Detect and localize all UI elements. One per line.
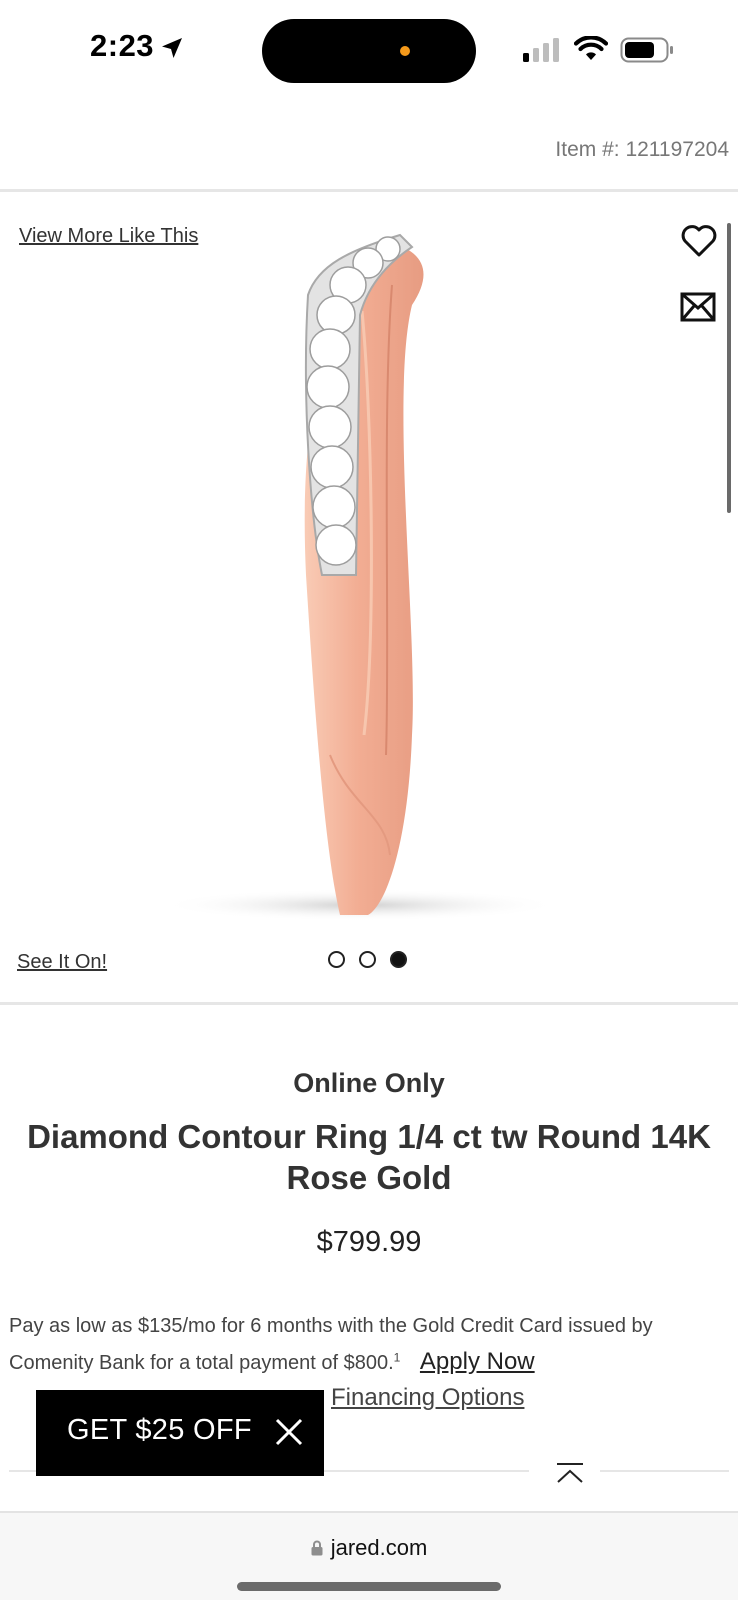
financing-info: Pay as low as $135/mo for 6 months with … <box>9 1308 719 1381</box>
heart-icon[interactable] <box>680 223 718 259</box>
image-pagination <box>328 951 407 968</box>
product-title: Diamond Contour Ring 1/4 ct tw Round 14K… <box>27 1118 711 1196</box>
location-arrow-icon <box>162 38 182 58</box>
product-gallery[interactable]: View More Like This See It On! <box>0 195 738 1005</box>
financing-options-link[interactable]: Financing Options <box>331 1384 524 1412</box>
product-image[interactable] <box>150 215 590 935</box>
pagination-dot-1[interactable] <box>328 951 345 968</box>
url-text: jared.com <box>330 1535 428 1560</box>
product-page: 2:23 Item #: 121197204 View More Like Th… <box>0 0 738 1600</box>
status-bar: 2:23 <box>0 0 738 100</box>
chevron-up-icon[interactable] <box>555 1462 585 1486</box>
promo-label[interactable]: GET $25 OFF <box>67 1414 252 1447</box>
see-it-on-link[interactable]: See It On! <box>17 951 107 974</box>
battery-icon <box>620 37 673 63</box>
cellular-signal-icon <box>523 38 559 62</box>
home-indicator[interactable] <box>237 1582 501 1591</box>
browser-address-bar[interactable]: jared.com <box>0 1511 738 1600</box>
privacy-indicator <box>400 46 410 56</box>
mail-icon[interactable] <box>680 292 716 322</box>
dynamic-island <box>262 19 476 83</box>
pagination-dot-3[interactable] <box>390 951 407 968</box>
promo-banner[interactable]: GET $25 OFF <box>36 1390 324 1476</box>
section-divider-right <box>600 1470 729 1472</box>
item-number-row: Item #: 121197204 <box>0 100 738 192</box>
status-time: 2:23 <box>90 28 155 63</box>
close-icon[interactable] <box>274 1417 304 1447</box>
lock-icon <box>311 1540 323 1556</box>
product-price: $799.99 <box>316 1226 422 1258</box>
wifi-icon <box>574 36 608 60</box>
financing-text: Pay as low as $135/mo for 6 months with … <box>9 1315 653 1374</box>
item-number: Item #: 121197204 <box>555 138 729 161</box>
gallery-scrollbar[interactable] <box>727 223 731 513</box>
financing-footnote: 1 <box>393 1350 401 1365</box>
url-display[interactable]: jared.com <box>0 1535 738 1561</box>
apply-now-link[interactable]: Apply Now <box>420 1348 535 1375</box>
pagination-dot-2[interactable] <box>359 951 376 968</box>
online-only-badge: Online Only <box>293 1068 445 1098</box>
